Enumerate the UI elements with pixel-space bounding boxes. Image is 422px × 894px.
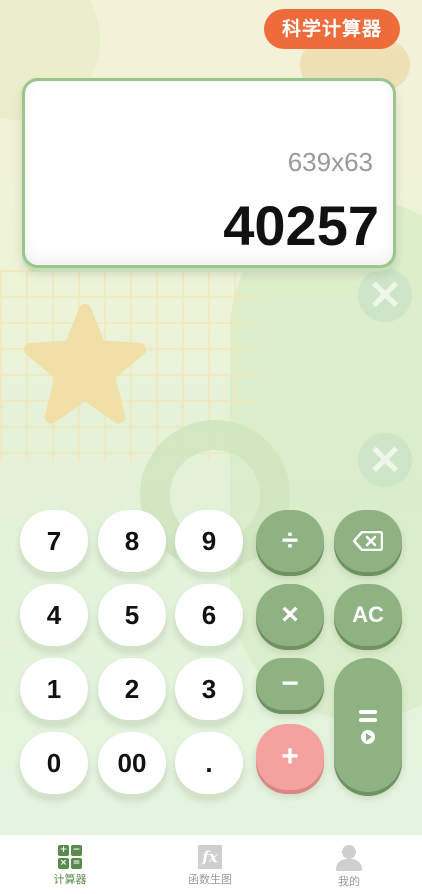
equals-button[interactable] — [334, 658, 402, 792]
x-decoration-icon: × — [358, 433, 412, 487]
key-2[interactable]: 2 — [98, 658, 166, 720]
key-6[interactable]: 6 — [175, 584, 243, 646]
divide-button[interactable]: ÷ — [256, 510, 324, 572]
calculator-icon: + − × = — [58, 845, 82, 869]
nav-item-calculator[interactable]: + − × = 计算器 — [30, 845, 110, 887]
key-00[interactable]: 00 — [98, 732, 166, 794]
key-7[interactable]: 7 — [20, 510, 88, 572]
x-decoration-icon: × — [358, 268, 412, 322]
nav-label: 我的 — [338, 875, 360, 888]
plus-button[interactable]: + — [256, 724, 324, 790]
key-9[interactable]: 9 — [175, 510, 243, 572]
function-graph-icon: fx — [198, 845, 222, 869]
key-1[interactable]: 1 — [20, 658, 88, 720]
nav-item-profile[interactable]: 我的 — [309, 845, 389, 889]
play-icon — [361, 730, 375, 744]
profile-icon — [336, 845, 362, 871]
scientific-calculator-button[interactable]: 科学计算器 — [264, 9, 400, 49]
multiply-button[interactable]: × — [256, 584, 324, 646]
nav-item-function-graph[interactable]: fx 函数生图 — [170, 845, 250, 887]
calculator-display: 639x63 40257 — [22, 78, 396, 268]
backspace-button[interactable] — [334, 510, 402, 572]
result-text: 40257 — [223, 194, 379, 257]
minus-button[interactable]: − — [256, 658, 324, 710]
key-3[interactable]: 3 — [175, 658, 243, 720]
bottom-navigation: + − × = 计算器 fx 函数生图 我的 — [0, 834, 422, 894]
clear-button[interactable]: AC — [334, 584, 402, 646]
nav-label: 计算器 — [53, 873, 87, 886]
nav-label: 函数生图 — [188, 873, 232, 886]
key-5[interactable]: 5 — [98, 584, 166, 646]
star-decoration-icon — [23, 303, 147, 424]
equals-icon — [359, 706, 377, 726]
backspace-icon — [353, 531, 383, 551]
key-8[interactable]: 8 — [98, 510, 166, 572]
expression-text: 639x63 — [287, 147, 373, 177]
decimal-point-button[interactable]: . — [175, 732, 243, 794]
key-0[interactable]: 0 — [20, 732, 88, 794]
key-4[interactable]: 4 — [20, 584, 88, 646]
clear-label: AC — [352, 602, 384, 627]
